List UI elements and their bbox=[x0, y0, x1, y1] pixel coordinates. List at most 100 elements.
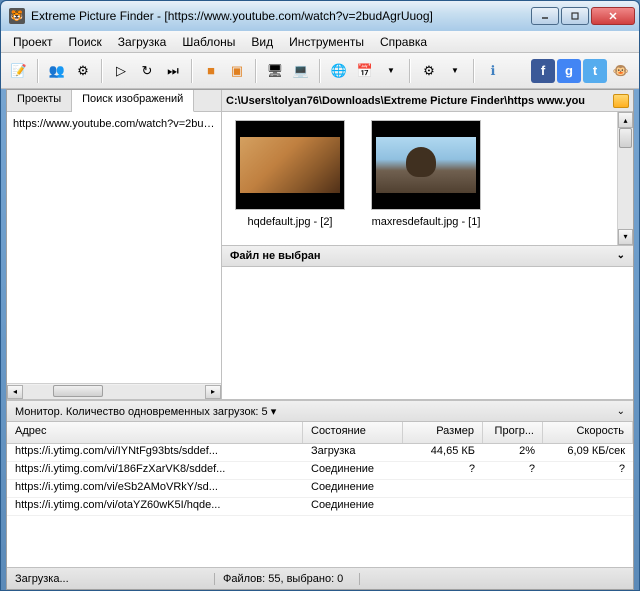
close-button[interactable] bbox=[591, 7, 635, 25]
new-project-icon[interactable]: 📝 bbox=[7, 59, 31, 83]
cell-size bbox=[403, 498, 483, 515]
search-settings-icon[interactable]: ⚙ bbox=[71, 59, 95, 83]
cell-state: Загрузка bbox=[303, 444, 403, 461]
thumbnail-frame bbox=[235, 120, 345, 210]
status-files: Файлов: 55, выбрано: 0 bbox=[223, 573, 360, 585]
cell-speed bbox=[543, 498, 633, 515]
table-header: Адрес Состояние Размер Прогр... Скорость bbox=[7, 422, 633, 444]
search-people-icon[interactable]: 👥 bbox=[45, 59, 69, 83]
project-item[interactable]: https://www.youtube.com/watch?v=2budAgrU… bbox=[11, 116, 217, 132]
menu-help[interactable]: Справка bbox=[372, 33, 435, 51]
chevron-down-icon[interactable]: ⌄ bbox=[617, 406, 625, 417]
col-address[interactable]: Адрес bbox=[7, 422, 303, 443]
col-speed[interactable]: Скорость bbox=[543, 422, 633, 443]
toolbar: 📝 👥 ⚙ ▷ ↻ ⏭ ■ ▣ 🖥 💻 🌐 📅 ▼ ⚙ ▼ ℹ f g t 🐵 bbox=[1, 53, 639, 89]
menu-project[interactable]: Проект bbox=[5, 33, 61, 51]
upper-split: Проекты Поиск изображений https://www.yo… bbox=[7, 90, 633, 400]
file-info-bar[interactable]: Файл не выбран ⌄ bbox=[222, 245, 633, 267]
table-row[interactable]: https://i.ytimg.com/vi/otaYZ60wK5I/hqde.… bbox=[7, 498, 633, 516]
cell-state: Соединение bbox=[303, 498, 403, 515]
separator bbox=[101, 59, 103, 83]
scroll-down-arrow-icon[interactable]: ▾ bbox=[618, 229, 633, 245]
thumbnail-label: maxresdefault.jpg - [1] bbox=[366, 216, 486, 228]
separator bbox=[255, 59, 257, 83]
window-controls bbox=[531, 7, 635, 25]
stop-all-icon[interactable]: ▣ bbox=[225, 59, 249, 83]
project-list[interactable]: https://www.youtube.com/watch?v=2budAgrU… bbox=[7, 112, 221, 383]
thumbnail-item[interactable]: maxresdefault.jpg - [1] bbox=[366, 120, 486, 228]
col-progress[interactable]: Прогр... bbox=[483, 422, 543, 443]
monkey-icon[interactable]: 🐵 bbox=[609, 59, 633, 83]
tab-projects[interactable]: Проекты bbox=[7, 90, 72, 111]
col-state[interactable]: Состояние bbox=[303, 422, 403, 443]
scroll-track[interactable] bbox=[618, 128, 633, 229]
window-title: Extreme Picture Finder - [https://www.yo… bbox=[31, 9, 531, 23]
cell-speed: 6,09 КБ/сек bbox=[543, 444, 633, 461]
table-row[interactable]: https://i.ytimg.com/vi/eSb2AMoVRkY/sd...… bbox=[7, 480, 633, 498]
twitter-icon[interactable]: t bbox=[583, 59, 607, 83]
stop-icon[interactable]: ■ bbox=[199, 59, 223, 83]
monitor-label: Монитор. Количество одновременных загруз… bbox=[15, 405, 617, 418]
cell-state: Соединение bbox=[303, 480, 403, 497]
globe-icon[interactable]: 🌐 bbox=[327, 59, 351, 83]
titlebar[interactable]: 🐯 Extreme Picture Finder - [https://www.… bbox=[1, 1, 639, 31]
screens-icon[interactable]: 💻 bbox=[289, 59, 313, 83]
statusbar: Загрузка... Файлов: 55, выбрано: 0 bbox=[7, 567, 633, 589]
scroll-up-arrow-icon[interactable]: ▴ bbox=[618, 112, 633, 128]
scroll-right-arrow-icon[interactable]: ▸ bbox=[205, 385, 221, 399]
body-area: Проекты Поиск изображений https://www.yo… bbox=[6, 89, 634, 590]
scroll-track[interactable] bbox=[23, 385, 205, 399]
separator bbox=[473, 59, 475, 83]
menu-templates[interactable]: Шаблоны bbox=[174, 33, 243, 51]
cell-progress bbox=[483, 480, 543, 497]
scroll-thumb[interactable] bbox=[619, 128, 632, 148]
calendar-icon[interactable]: 📅 bbox=[353, 59, 377, 83]
menu-search[interactable]: Поиск bbox=[61, 33, 110, 51]
thumbnail-label: hqdefault.jpg - [2] bbox=[230, 216, 350, 228]
thumbnail-image bbox=[376, 137, 476, 193]
table-row[interactable]: https://i.ytimg.com/vi/186FzXarVK8/sddef… bbox=[7, 462, 633, 480]
monitor-bar[interactable]: Монитор. Количество одновременных загруз… bbox=[7, 400, 633, 422]
right-panel: C:\Users\tolyan76\Downloads\Extreme Pict… bbox=[222, 90, 633, 399]
menu-tools[interactable]: Инструменты bbox=[281, 33, 372, 51]
scroll-thumb[interactable] bbox=[53, 385, 103, 397]
table-row[interactable]: https://i.ytimg.com/vi/IYNtFg93bts/sddef… bbox=[7, 444, 633, 462]
table-body: https://i.ytimg.com/vi/IYNtFg93bts/sddef… bbox=[7, 444, 633, 567]
thumbnails-area[interactable]: hqdefault.jpg - [2] maxresdefault.jpg - … bbox=[222, 112, 617, 245]
skip-icon[interactable]: ⏭ bbox=[161, 59, 185, 83]
refresh-icon[interactable]: ↻ bbox=[135, 59, 159, 83]
cell-progress bbox=[483, 498, 543, 515]
menu-download[interactable]: Загрузка bbox=[110, 33, 175, 51]
file-info-text: Файл не выбран bbox=[230, 250, 617, 262]
scroll-left-arrow-icon[interactable]: ◂ bbox=[7, 385, 23, 399]
preview-pane bbox=[222, 267, 633, 400]
cell-address: https://i.ytimg.com/vi/eSb2AMoVRkY/sd... bbox=[7, 480, 303, 497]
tab-image-search[interactable]: Поиск изображений bbox=[72, 90, 194, 112]
cell-progress: ? bbox=[483, 462, 543, 479]
thumbnails-row: hqdefault.jpg - [2] maxresdefault.jpg - … bbox=[222, 112, 633, 245]
chevron-down-icon[interactable]: ⌄ bbox=[617, 250, 625, 261]
path-bar: C:\Users\tolyan76\Downloads\Extreme Pict… bbox=[222, 90, 633, 112]
cell-state: Соединение bbox=[303, 462, 403, 479]
thumbnail-item[interactable]: hqdefault.jpg - [2] bbox=[230, 120, 350, 228]
folder-icon[interactable] bbox=[613, 94, 629, 108]
info-icon[interactable]: ℹ bbox=[481, 59, 505, 83]
left-panel: Проекты Поиск изображений https://www.yo… bbox=[7, 90, 222, 399]
cell-address: https://i.ytimg.com/vi/186FzXarVK8/sddef… bbox=[7, 462, 303, 479]
status-state: Загрузка... bbox=[15, 573, 215, 585]
minimize-button[interactable] bbox=[531, 7, 559, 25]
dropdown-icon[interactable]: ▼ bbox=[379, 59, 403, 83]
vertical-scrollbar[interactable]: ▴ ▾ bbox=[617, 112, 633, 245]
horizontal-scrollbar[interactable]: ◂ ▸ bbox=[7, 383, 221, 399]
dropdown-arrow-icon[interactable]: ▾ bbox=[271, 406, 277, 418]
menu-view[interactable]: Вид bbox=[243, 33, 281, 51]
maximize-button[interactable] bbox=[561, 7, 589, 25]
col-size[interactable]: Размер bbox=[403, 422, 483, 443]
monitor-icon[interactable]: 🖥 bbox=[263, 59, 287, 83]
dropdown-icon[interactable]: ▼ bbox=[443, 59, 467, 83]
google-icon[interactable]: g bbox=[557, 59, 581, 83]
thumbnail-frame bbox=[371, 120, 481, 210]
facebook-icon[interactable]: f bbox=[531, 59, 555, 83]
gear-icon[interactable]: ⚙ bbox=[417, 59, 441, 83]
play-icon[interactable]: ▷ bbox=[109, 59, 133, 83]
